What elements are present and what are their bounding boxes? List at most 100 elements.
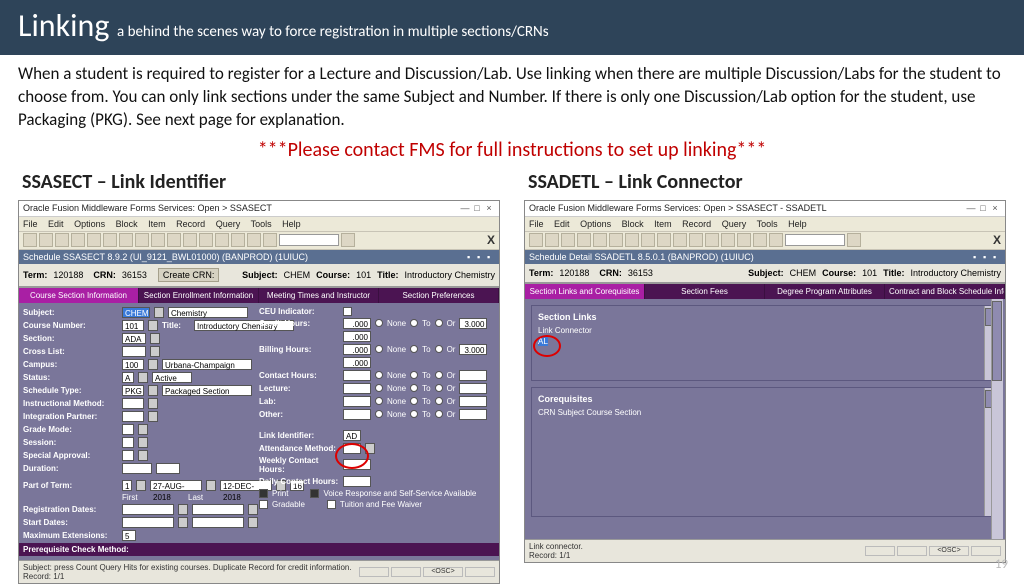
tb-icon[interactable] xyxy=(545,233,559,247)
rad[interactable] xyxy=(410,384,418,392)
dropdown-icon[interactable] xyxy=(138,437,148,448)
regfirst[interactable] xyxy=(122,504,174,515)
tb-icon[interactable] xyxy=(135,233,149,247)
duration-field[interactable] xyxy=(122,463,152,474)
lab-lo[interactable] xyxy=(343,396,371,407)
lab-hi[interactable] xyxy=(459,396,487,407)
gradable-checkbox[interactable] xyxy=(259,500,268,509)
reglast[interactable] xyxy=(192,504,244,515)
tb-icon[interactable] xyxy=(103,233,117,247)
menu-tools[interactable]: Tools xyxy=(251,219,272,229)
hdr-icon[interactable]: ▪ xyxy=(487,252,495,260)
tfw-checkbox[interactable] xyxy=(327,500,336,509)
lecture-lo[interactable] xyxy=(343,383,371,394)
vr-checkbox[interactable] xyxy=(310,489,319,498)
menu-query[interactable]: Query xyxy=(722,219,747,229)
credit-act[interactable]: .000 xyxy=(343,331,371,342)
menu-file[interactable]: File xyxy=(529,219,544,229)
contact-hi[interactable] xyxy=(459,370,487,381)
create-crn-button[interactable]: Create CRN: xyxy=(158,268,220,282)
min-icon[interactable]: — xyxy=(965,203,977,213)
pot-field[interactable]: 1 xyxy=(122,480,132,491)
maxext-field[interactable]: 5 xyxy=(122,530,136,541)
hdr-icon[interactable]: ▪ xyxy=(993,252,1001,260)
menu-tools[interactable]: Tools xyxy=(757,219,778,229)
specappr-field[interactable] xyxy=(122,450,134,461)
other-lo[interactable] xyxy=(343,409,371,420)
cal-icon[interactable] xyxy=(206,480,216,491)
hdr-icon[interactable]: ▪ xyxy=(973,252,981,260)
dropdown-icon[interactable] xyxy=(138,372,148,383)
crn-field[interactable]: 36153 xyxy=(628,268,658,278)
dropdown-icon[interactable] xyxy=(150,346,160,357)
rad[interactable] xyxy=(410,410,418,418)
tb-icon[interactable] xyxy=(39,233,53,247)
menu-block[interactable]: Block xyxy=(116,219,138,229)
integ-field[interactable] xyxy=(122,411,144,422)
print-checkbox[interactable] xyxy=(259,489,268,498)
lecture-hi[interactable] xyxy=(459,383,487,394)
hdr-icon[interactable]: ▪ xyxy=(467,252,475,260)
rad[interactable] xyxy=(375,371,383,379)
max-icon[interactable]: □ xyxy=(471,203,483,213)
tb-icon[interactable] xyxy=(847,233,861,247)
session-field[interactable] xyxy=(122,437,134,448)
tb-icon[interactable] xyxy=(609,233,623,247)
subject-field[interactable]: CHEM xyxy=(122,307,150,318)
max-icon[interactable]: □ xyxy=(977,203,989,213)
tab-fees[interactable]: Section Fees xyxy=(645,284,765,299)
rad-none[interactable] xyxy=(375,319,383,327)
link-identifier-field[interactable]: AD xyxy=(343,430,361,441)
rad[interactable] xyxy=(410,371,418,379)
tab-enrollment[interactable]: Section Enrollment Information xyxy=(139,288,259,303)
rad[interactable] xyxy=(435,397,443,405)
close-icon[interactable]: × xyxy=(989,203,1001,213)
crosslist-field[interactable] xyxy=(122,346,146,357)
hdr-icon[interactable]: ▪ xyxy=(477,252,485,260)
close-icon[interactable]: × xyxy=(483,203,495,213)
tb-icon[interactable] xyxy=(705,233,719,247)
menu-edit[interactable]: Edit xyxy=(554,219,570,229)
tb-icon[interactable] xyxy=(183,233,197,247)
tb-field[interactable] xyxy=(279,234,339,246)
cal-icon[interactable] xyxy=(178,517,188,528)
startfirst[interactable] xyxy=(122,517,174,528)
duration-unit[interactable] xyxy=(156,463,180,474)
menu-edit[interactable]: Edit xyxy=(48,219,64,229)
rad[interactable] xyxy=(375,397,383,405)
grade-field[interactable] xyxy=(122,424,134,435)
credit-hi[interactable]: 3.000 xyxy=(459,318,487,329)
tb-icon[interactable] xyxy=(199,233,213,247)
menu-item[interactable]: Item xyxy=(148,219,166,229)
dropdown-icon[interactable] xyxy=(136,480,146,491)
tb-icon[interactable] xyxy=(657,233,671,247)
menu-record[interactable]: Record xyxy=(682,219,711,229)
tab-meeting[interactable]: Meeting Times and Instructor xyxy=(259,288,379,303)
menu-help[interactable]: Help xyxy=(788,219,807,229)
menu-query[interactable]: Query xyxy=(216,219,241,229)
dropdown-icon[interactable] xyxy=(148,398,158,409)
tb-icon[interactable] xyxy=(721,233,735,247)
contact-lo[interactable] xyxy=(343,370,371,381)
schedtype-field[interactable]: PKG xyxy=(122,385,144,396)
tb-icon[interactable] xyxy=(689,233,703,247)
tb-icon[interactable] xyxy=(55,233,69,247)
menu-block[interactable]: Block xyxy=(622,219,644,229)
menu-item[interactable]: Item xyxy=(654,219,672,229)
cal-icon[interactable] xyxy=(248,504,258,515)
section-field[interactable]: ADA xyxy=(122,333,146,344)
dropdown-icon[interactable] xyxy=(148,359,158,370)
dropdown-icon[interactable] xyxy=(138,450,148,461)
min-icon[interactable]: — xyxy=(459,203,471,213)
tb-close-icon[interactable]: X xyxy=(487,233,495,247)
ceu-checkbox[interactable] xyxy=(343,307,352,316)
tab-contract[interactable]: Contract and Block Schedule Information xyxy=(885,284,1005,299)
rad[interactable] xyxy=(435,410,443,418)
dropdown-icon[interactable] xyxy=(150,333,160,344)
rad[interactable] xyxy=(435,345,443,353)
tb-icon[interactable] xyxy=(341,233,355,247)
cal-icon[interactable] xyxy=(178,504,188,515)
tab-preferences[interactable]: Section Preferences xyxy=(379,288,499,303)
startlast[interactable] xyxy=(192,517,244,528)
tb-icon[interactable] xyxy=(151,233,165,247)
